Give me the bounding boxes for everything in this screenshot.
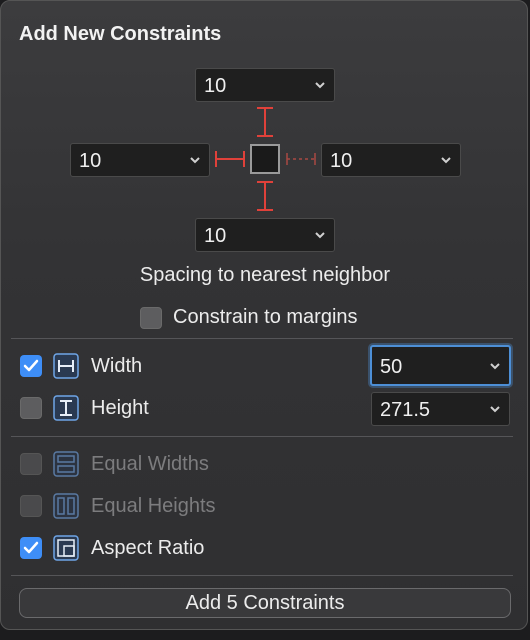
left-spacing-value: 10 — [79, 150, 102, 172]
width-constraint-icon — [53, 353, 79, 379]
checkmark-icon — [23, 359, 39, 372]
bottom-strut-icon[interactable] — [253, 179, 277, 213]
view-placeholder-box — [250, 144, 280, 174]
equal-heights-checkbox[interactable] — [20, 495, 42, 517]
height-constraint-icon — [53, 395, 79, 421]
checkmark-icon — [23, 541, 39, 554]
right-strut-icon[interactable] — [284, 147, 318, 171]
height-checkbox[interactable] — [20, 397, 42, 419]
panel-title: Add New Constraints — [19, 23, 222, 45]
divider — [11, 436, 513, 437]
equal-widths-label: Equal Widths — [91, 453, 209, 475]
equal-heights-icon — [53, 493, 79, 519]
spacing-caption: Spacing to nearest neighbor — [139, 264, 391, 286]
width-value-combo[interactable]: 50 — [370, 345, 511, 386]
left-spacing-combo[interactable]: 10 — [70, 143, 210, 177]
constrain-margins-checkbox[interactable] — [140, 307, 162, 329]
equal-widths-icon — [53, 451, 79, 477]
width-label: Width — [91, 355, 143, 377]
height-value-combo[interactable]: 271.5 — [371, 392, 510, 426]
top-spacing-combo[interactable]: 10 — [195, 68, 335, 102]
equal-heights-label: Equal Heights — [91, 495, 216, 517]
aspect-ratio-icon — [53, 535, 79, 561]
height-value: 271.5 — [380, 399, 431, 421]
equal-widths-checkbox[interactable] — [20, 453, 42, 475]
left-strut-icon[interactable] — [213, 147, 247, 171]
bottom-spacing-combo[interactable]: 10 — [195, 218, 335, 252]
top-spacing-value: 10 — [204, 75, 227, 97]
constrain-margins-label[interactable]: Constrain to margins — [173, 306, 358, 329]
chevron-down-icon — [490, 363, 500, 370]
height-label: Height — [91, 397, 149, 419]
divider — [11, 338, 513, 339]
top-strut-icon[interactable] — [253, 105, 277, 139]
width-value: 50 — [380, 356, 403, 378]
chevron-down-icon — [441, 157, 451, 164]
add-constraints-panel: Add New Constraints 10 10 10 10 Spacing … — [0, 0, 528, 630]
width-checkbox[interactable] — [20, 355, 42, 377]
divider — [11, 575, 513, 576]
aspect-ratio-label: Aspect Ratio — [91, 537, 205, 559]
chevron-down-icon — [315, 232, 325, 239]
right-spacing-value: 10 — [330, 150, 353, 172]
chevron-down-icon — [190, 157, 200, 164]
bottom-spacing-value: 10 — [204, 225, 227, 247]
aspect-ratio-checkbox[interactable] — [20, 537, 42, 559]
chevron-down-icon — [315, 82, 325, 89]
right-spacing-combo[interactable]: 10 — [321, 143, 461, 177]
add-constraints-button[interactable]: Add 5 Constraints — [19, 588, 511, 618]
chevron-down-icon — [490, 406, 500, 413]
